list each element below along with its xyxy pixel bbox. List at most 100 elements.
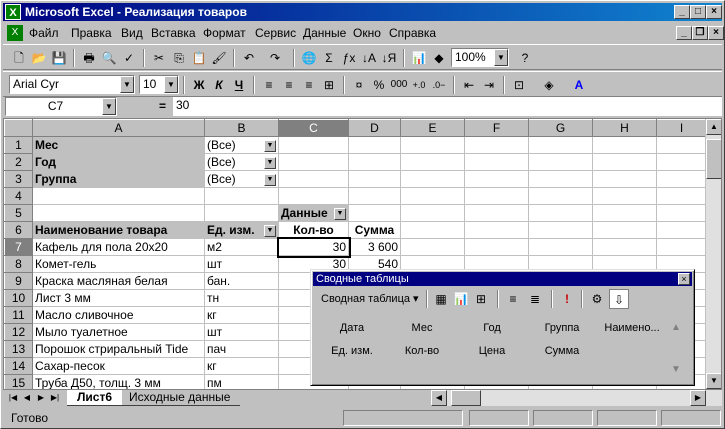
scroll-up-icon[interactable]: ▲ <box>706 119 721 135</box>
row-header[interactable]: 8 <box>4 255 33 273</box>
cell-a[interactable]: Наименование товара <box>32 221 205 239</box>
increase-decimal-icon[interactable]: +.0 <box>409 75 429 95</box>
row-header[interactable]: 6 <box>4 221 33 239</box>
italic-button[interactable]: К <box>209 75 229 95</box>
cell-a[interactable]: Труба Д50, толщ. 3 мм <box>32 374 205 389</box>
cell-b[interactable]: шт <box>204 323 279 341</box>
vertical-scrollbar[interactable]: ▲ ▼ <box>705 119 721 389</box>
pivot-title-bar[interactable]: Сводные таблицы × <box>313 272 692 286</box>
cell-a[interactable]: Год <box>32 153 205 171</box>
cell-empty[interactable] <box>400 153 465 171</box>
cell-a[interactable]: Комет-гель <box>32 255 205 273</box>
scroll-left-icon[interactable]: ◀ <box>431 390 447 406</box>
align-right-icon[interactable]: ≡ <box>299 75 319 95</box>
cell-a[interactable]: Мес <box>32 136 205 154</box>
col-header[interactable]: B <box>204 119 279 137</box>
cell-c[interactable] <box>278 153 349 171</box>
cell-empty[interactable] <box>656 187 707 205</box>
prev-sheet-icon[interactable]: ◀ <box>21 391 33 405</box>
row-header[interactable]: 2 <box>4 153 33 171</box>
cell-empty[interactable] <box>592 153 657 171</box>
cell-c[interactable] <box>278 170 349 188</box>
pivot-field[interactable]: Цена <box>457 345 527 357</box>
spelling-icon[interactable]: ✓ <box>119 48 139 68</box>
cell-a[interactable]: Сахар-песок <box>32 357 205 375</box>
cell-b[interactable]: пач <box>204 340 279 358</box>
print-preview-icon[interactable]: 🔍 <box>99 48 119 68</box>
print-icon[interactable]: 🖶 <box>79 48 99 68</box>
cell-b[interactable]: пм <box>204 374 279 389</box>
format-painter-icon[interactable]: 🖌 <box>209 48 229 68</box>
cell-d[interactable] <box>348 204 401 222</box>
chevron-down-icon[interactable]: ▼ <box>102 98 116 115</box>
underline-button[interactable]: Ч <box>229 75 249 95</box>
font-select[interactable]: Arial Cyr ▼ <box>9 75 135 94</box>
name-box[interactable]: C7 ▼ <box>5 97 117 116</box>
indent-icon[interactable]: ⇥ <box>479 75 499 95</box>
cell-empty[interactable] <box>464 221 529 239</box>
cell-empty[interactable] <box>528 204 593 222</box>
minimize-button[interactable]: _ <box>674 5 690 19</box>
chevron-down-icon[interactable]: ▼ <box>334 208 346 220</box>
cell-empty[interactable] <box>464 170 529 188</box>
cell-a[interactable] <box>32 187 205 205</box>
help-icon[interactable]: ? <box>515 48 535 68</box>
close-button[interactable]: × <box>706 5 722 19</box>
col-header[interactable]: C <box>278 119 349 137</box>
pivot-field[interactable]: Ед. изм. <box>317 345 387 357</box>
col-header[interactable]: H <box>592 119 657 137</box>
redo-icon[interactable]: ↷ <box>265 48 285 68</box>
cell-empty[interactable] <box>400 136 465 154</box>
col-header[interactable]: F <box>464 119 529 137</box>
cell-empty[interactable] <box>528 187 593 205</box>
scroll-thumb[interactable] <box>706 139 721 179</box>
pivot-format-icon[interactable]: ⊞ <box>471 289 491 309</box>
pivot-field[interactable]: Сумма <box>527 345 597 357</box>
col-header[interactable]: G <box>528 119 593 137</box>
cell-a[interactable]: Кафель для пола 20х20 <box>32 238 205 256</box>
row-header[interactable]: 3 <box>4 170 33 188</box>
doc-minimize-button[interactable]: _ <box>676 26 692 40</box>
show-detail-icon[interactable]: ≣ <box>525 289 545 309</box>
cell-d[interactable]: 3 600 <box>348 238 401 256</box>
scroll-fields-down-icon[interactable]: ▼ <box>671 364 681 375</box>
cell-a[interactable]: Порошок стриральный Tide <box>32 340 205 358</box>
pivot-table-toolbar[interactable]: Сводные таблицы × Сводная таблица ▾ ▦ 📊 … <box>310 269 695 386</box>
function-icon[interactable]: ƒx <box>339 48 359 68</box>
select-all-corner[interactable] <box>4 119 33 137</box>
cell-empty[interactable] <box>656 153 707 171</box>
menu-format[interactable]: Формат <box>203 26 246 40</box>
cell-empty[interactable] <box>464 204 529 222</box>
cell-d[interactable] <box>348 153 401 171</box>
cell-empty[interactable] <box>592 238 657 256</box>
cell-a[interactable]: Масло сливочное <box>32 306 205 324</box>
save-icon[interactable]: 💾 <box>49 48 69 68</box>
pivot-field[interactable]: Группа <box>527 322 597 334</box>
decrease-decimal-icon[interactable]: .0− <box>429 75 449 95</box>
pivot-menu-button[interactable]: Сводная таблица ▾ <box>321 292 419 305</box>
cell-a[interactable] <box>32 204 205 222</box>
cell-empty[interactable] <box>464 153 529 171</box>
fill-color-icon[interactable]: ◈ <box>539 75 559 95</box>
formula-input[interactable]: 30 <box>173 97 722 116</box>
cell-empty[interactable] <box>592 204 657 222</box>
cell-empty[interactable] <box>400 221 465 239</box>
col-header[interactable]: E <box>400 119 465 137</box>
cell-d[interactable] <box>348 187 401 205</box>
pivot-wizard-icon[interactable]: ▦ <box>431 289 451 309</box>
borders-icon[interactable]: ⊡ <box>509 75 529 95</box>
cell-empty[interactable] <box>528 153 593 171</box>
cell-empty[interactable] <box>528 136 593 154</box>
pivot-field[interactable]: Год <box>457 322 527 334</box>
cell-b[interactable]: кг <box>204 306 279 324</box>
horizontal-scrollbar[interactable]: ◀ ▶ <box>431 390 722 406</box>
doc-restore-button[interactable]: ❐ <box>692 26 708 40</box>
percent-button[interactable]: % <box>369 75 389 95</box>
sort-desc-icon[interactable]: ↓Я <box>379 48 399 68</box>
col-header[interactable]: D <box>348 119 401 137</box>
row-header[interactable]: 5 <box>4 204 33 222</box>
menu-data[interactable]: Данные <box>303 26 346 40</box>
cell-empty[interactable] <box>528 170 593 188</box>
paste-icon[interactable]: 📋 <box>189 48 209 68</box>
cell-empty[interactable] <box>400 170 465 188</box>
